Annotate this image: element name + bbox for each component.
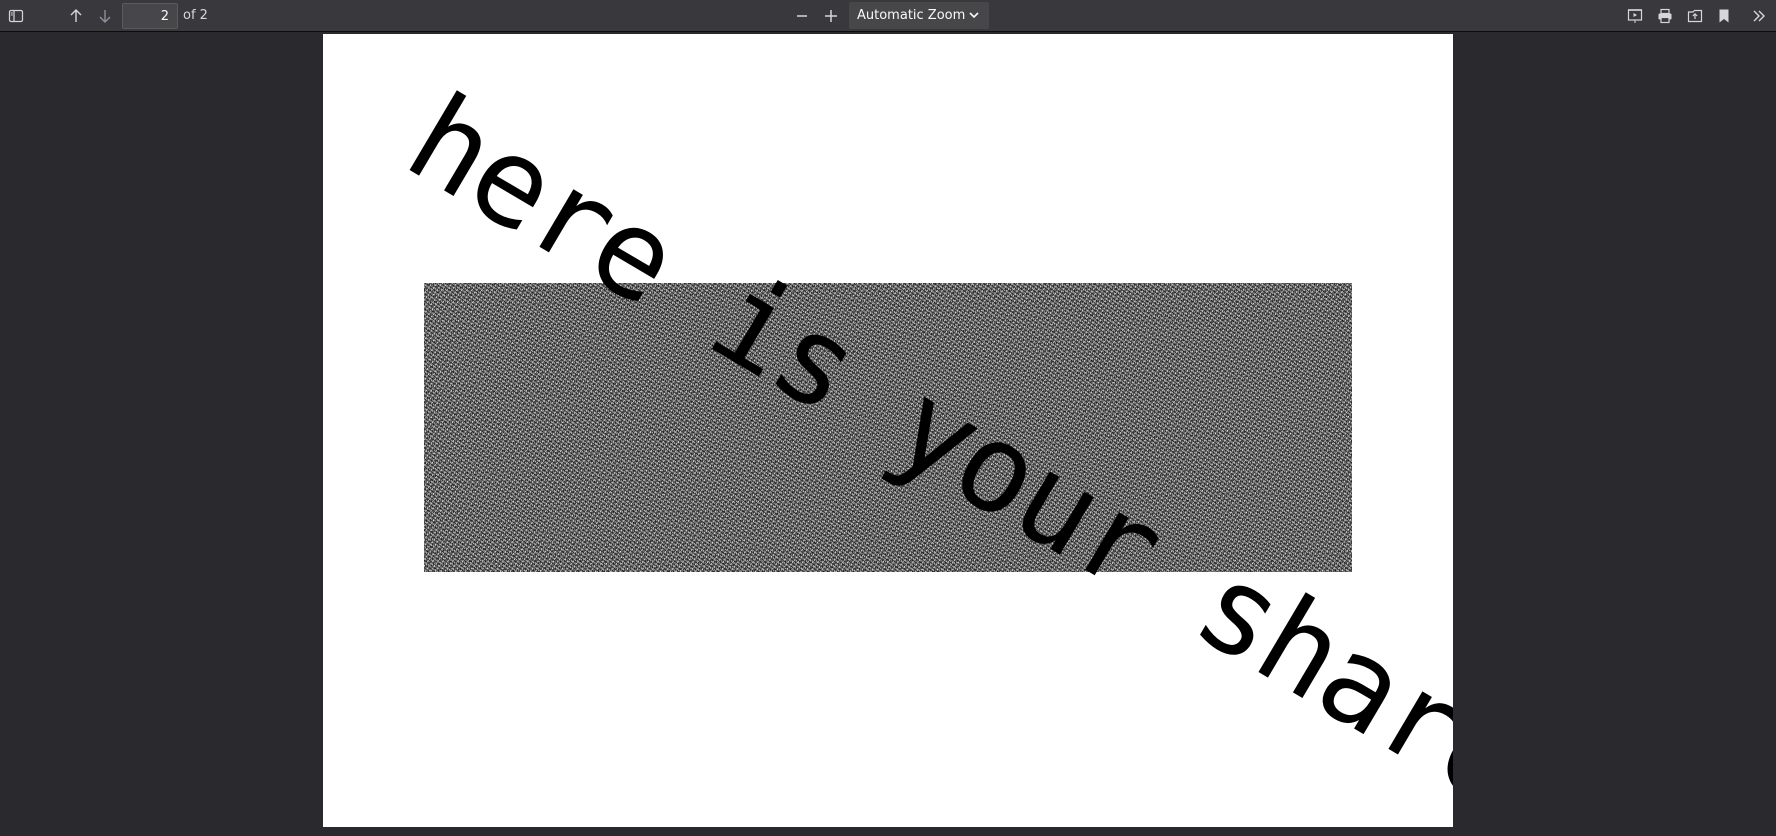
zoom-in-button[interactable]: [818, 3, 844, 29]
zoom-select[interactable]: Automatic Zoom: [849, 2, 989, 29]
double-chevron-right-icon: [1751, 8, 1767, 24]
open-file-icon: [1687, 8, 1703, 24]
presentation-mode-icon: [1627, 8, 1643, 24]
previous-page-button[interactable]: [63, 3, 89, 29]
tools-menu-button[interactable]: [1746, 3, 1772, 29]
zoom-select-value: Automatic Zoom: [857, 8, 966, 23]
print-icon: [1657, 8, 1673, 24]
arrow-up-icon: [68, 8, 84, 24]
arrow-down-icon: [97, 8, 113, 24]
presentation-mode-button[interactable]: [1622, 3, 1648, 29]
next-page-button[interactable]: [92, 3, 118, 29]
minus-icon: [794, 8, 810, 24]
pdf-toolbar: of 2 Automatic Zoom: [0, 0, 1776, 32]
print-button[interactable]: [1652, 3, 1678, 29]
document-viewer[interactable]: here is your share: [0, 33, 1776, 836]
plus-icon: [823, 8, 839, 24]
sidebar-toggle-button[interactable]: [3, 3, 29, 29]
bookmark-button[interactable]: [1711, 3, 1737, 29]
page-number-input[interactable]: [122, 3, 178, 29]
pdf-page: here is your share: [323, 34, 1453, 827]
open-file-button[interactable]: [1682, 3, 1708, 29]
bookmark-icon: [1716, 8, 1732, 24]
page-count-label: of 2: [183, 8, 208, 23]
sidebar-toggle-icon: [8, 8, 24, 24]
chevron-down-icon: [968, 8, 980, 26]
zoom-out-button[interactable]: [789, 3, 815, 29]
